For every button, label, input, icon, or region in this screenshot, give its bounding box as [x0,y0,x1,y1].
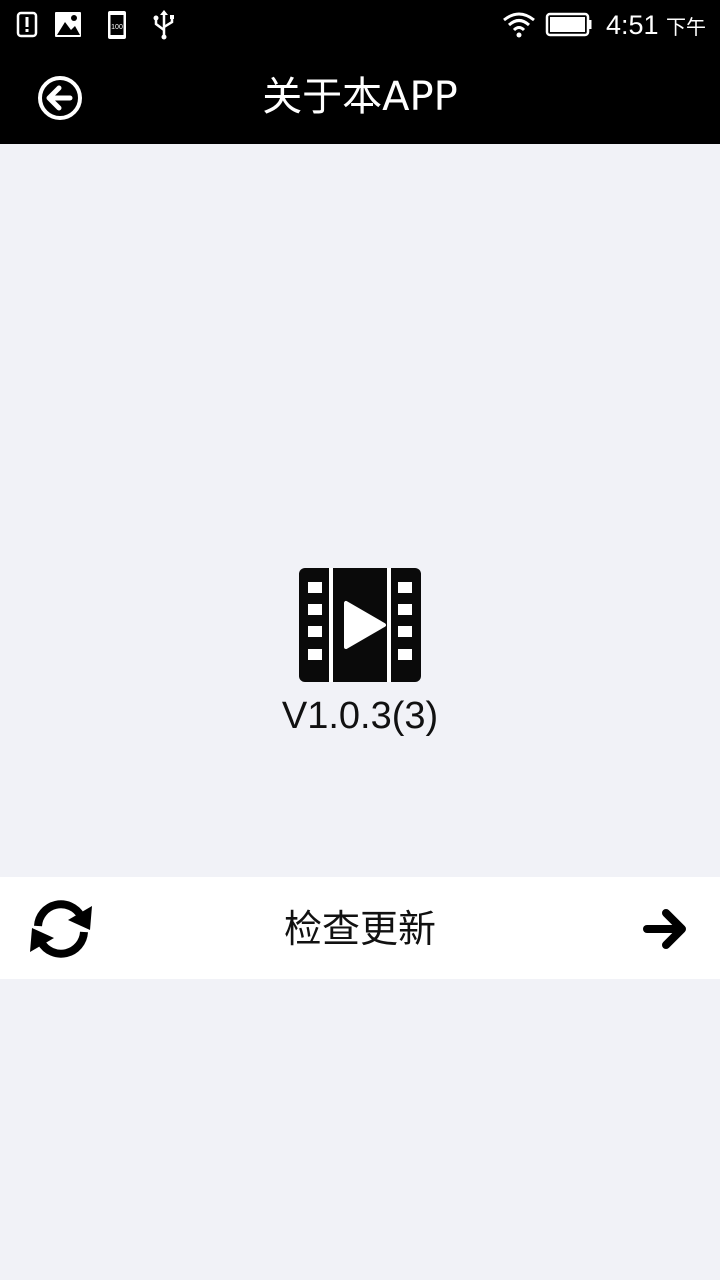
svg-text:100: 100 [111,24,123,31]
image-icon [55,12,81,37]
sd-card-icon: 100 [108,11,126,39]
arrow-right-icon [643,909,686,949]
app-version: V1.0.3(3) [281,695,439,737]
screen: 100 4:51 下午 关于本APP V1.0.3(3) 检查更新 [0,0,720,1280]
battery-icon [545,12,592,37]
check-update-row[interactable]: 检查更新 [0,877,720,979]
check-update-label: 检查更新 [283,907,436,951]
status-ampm: 下午 [666,15,706,39]
status-time: 4:51 [606,10,659,40]
film-play-icon [299,568,421,682]
back-button[interactable] [36,74,84,122]
page-title: 关于本APP [262,74,458,120]
app-bar: 关于本APP [0,50,720,144]
alert-icon [16,11,38,38]
usb-icon [153,10,174,40]
status-bar: 100 4:51 下午 [0,0,720,50]
wifi-icon [503,12,535,38]
